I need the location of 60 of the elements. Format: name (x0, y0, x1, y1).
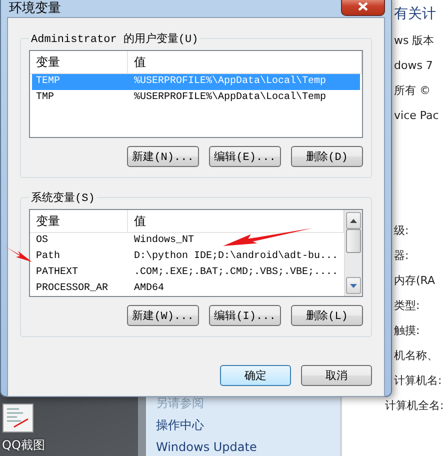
close-icon (358, 2, 368, 10)
info-label: 机名称、 (394, 348, 439, 364)
column-header[interactable]: 值 (128, 51, 362, 73)
list-row[interactable]: OS Windows_NT (32, 233, 342, 249)
info-label: vice Pac (394, 108, 440, 124)
action-button[interactable]: 新建(W)... (127, 305, 199, 326)
variable-value: AMD64 (133, 282, 164, 296)
variable-name: TEMP (35, 75, 60, 89)
variable-name: PATHEXT (35, 266, 78, 280)
list-view[interactable]: 变量 值 OS Windows_NT Path D:\python IDE;D:\android\adt-bu... PATHEXT .COM;.EXE;.BAT;.CMD;.VBS;.VBE;.... PROCESSOR_AR AMD64 (29, 209, 363, 297)
variable-name: OS (35, 234, 48, 248)
list-view[interactable]: 变量 值 TEMP %USERPROFILE%\AppData\Local\Temp TMP %USERPROFILE%\AppData\Local\Temp (29, 50, 363, 138)
window-title: 环境变量 (8, 0, 61, 17)
variable-name: Path (35, 250, 60, 264)
page-heading: 有关计 (394, 5, 437, 24)
action-button[interactable]: 删除(D) (291, 146, 363, 167)
info-label: 所有 © (394, 83, 432, 99)
variable-value: D:\python IDE;D:\android\adt-bu... (133, 250, 338, 264)
variable-value: %USERPROFILE%\AppData\Local\Temp (133, 90, 326, 105)
info-label: 级: (394, 223, 410, 239)
action-button[interactable]: 编辑(E)... (209, 146, 281, 167)
close-button[interactable] (341, 0, 385, 16)
list-row[interactable]: PATHEXT .COM;.EXE;.BAT;.CMD;.VBS;.VBE;.... (32, 265, 342, 281)
action-button[interactable]: 编辑(I)... (209, 305, 281, 326)
list-row[interactable]: TMP %USERPROFILE%\AppData\Local\Temp (32, 90, 360, 106)
info-label: 触摸: (394, 323, 421, 339)
ok-button[interactable]: 确定 (220, 365, 291, 386)
info-label: 计算机全名: (385, 398, 445, 414)
action-button[interactable]: 新建(N)... (127, 146, 199, 167)
group-label: Administrator 的用户变量(U) (30, 32, 200, 46)
scroll-thumb[interactable] (346, 229, 361, 253)
info-label: 内存(RA (394, 273, 436, 289)
arrow-drawing (6, 246, 32, 264)
group-label: 系统变量(S) (30, 190, 96, 205)
scroll-down-button[interactable] (346, 277, 361, 294)
list-row[interactable]: PROCESSOR_AR AMD64 (32, 281, 342, 296)
up-triangle-icon (350, 218, 357, 222)
screenshot-thumbnail-icon[interactable] (2, 403, 36, 433)
section-heading: 另请参阅 (156, 397, 205, 410)
info-label: 类型: (394, 298, 421, 314)
sidebar-link[interactable]: 操作中心 (156, 419, 340, 432)
column-header[interactable]: 变量 (30, 210, 128, 232)
info-label: 计算机名: (394, 373, 443, 389)
variable-name: TMP (35, 91, 54, 105)
info-label: dows 7 (394, 58, 434, 74)
info-label: 器: (394, 248, 410, 264)
variable-value: %USERPROFILE%\AppData\Local\Temp (133, 74, 326, 89)
variable-name: PROCESSOR_AR (35, 282, 108, 296)
scroll-up-button[interactable] (346, 212, 361, 229)
sidebar-link[interactable]: Windows Update (156, 441, 340, 454)
list-row[interactable]: Path D:\python IDE;D:\android\adt-bu... (32, 249, 342, 265)
variable-value: .COM;.EXE;.BAT;.CMD;.VBS;.VBE;.... (133, 266, 338, 280)
action-button[interactable]: 删除(L) (291, 305, 363, 326)
down-triangle-icon (350, 284, 357, 288)
variable-value: Windows_NT (133, 234, 194, 248)
info-label: ws 版本 (394, 33, 436, 49)
desktop-icon-label[interactable]: QQ截图 (2, 437, 138, 454)
cancel-button[interactable]: 取消 (301, 365, 372, 386)
scrollbar[interactable] (344, 210, 362, 296)
column-header[interactable]: 变量 (30, 51, 128, 73)
